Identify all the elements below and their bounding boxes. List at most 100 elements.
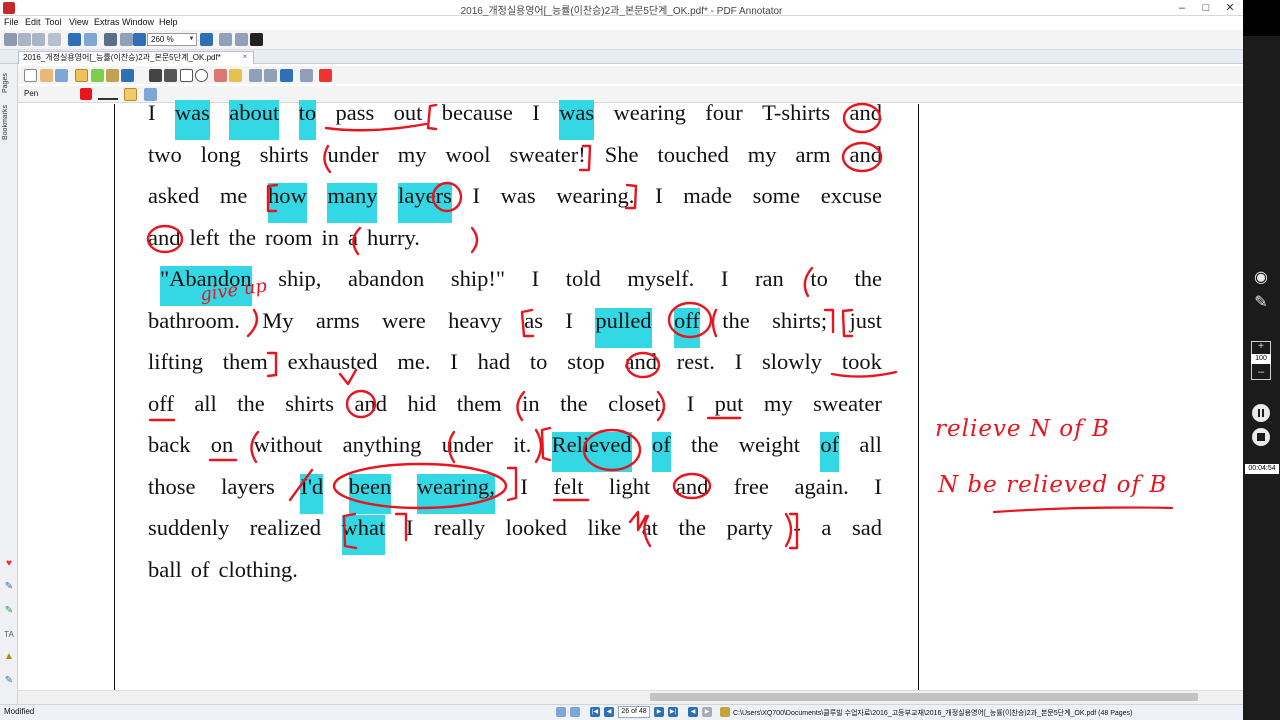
recording-timer: 00:04:54: [1245, 464, 1279, 474]
page-tools-icon[interactable]: [300, 69, 313, 82]
pen-icon[interactable]: ✎: [2, 580, 16, 594]
folder-icon[interactable]: [720, 707, 730, 717]
ellipse-icon[interactable]: [195, 69, 208, 82]
word: stop: [567, 349, 605, 374]
forward-icon[interactable]: ▶: [702, 707, 712, 717]
magnifier-icon[interactable]: [55, 69, 68, 82]
save-icon[interactable]: [32, 33, 45, 46]
word: my: [397, 142, 427, 167]
find-icon[interactable]: [104, 33, 117, 46]
file-path: C:\Users\XQ700\Documents\클루빌 수업자료\2016_고…: [733, 710, 1133, 717]
arrow-icon[interactable]: [164, 69, 177, 82]
favorites-heart-icon[interactable]: ♥: [2, 557, 16, 571]
highlighter-icon[interactable]: ✎: [2, 604, 16, 618]
chevron-down-icon[interactable]: ▼: [187, 34, 196, 45]
zoom-out-icon[interactable]: [133, 33, 146, 46]
word: and: [675, 474, 709, 499]
word: myself.: [627, 266, 695, 291]
word: on: [210, 432, 234, 457]
page-number-field[interactable]: 26 of 48: [618, 706, 650, 718]
print-icon[interactable]: [48, 33, 61, 46]
word: two: [148, 142, 182, 167]
pause-icon[interactable]: [1252, 404, 1270, 422]
zoom-in-icon[interactable]: [200, 33, 213, 46]
page-view-icon[interactable]: [120, 33, 133, 46]
pen-color-icon[interactable]: [80, 88, 92, 100]
word: heavy: [448, 308, 502, 333]
menu-view[interactable]: View: [69, 17, 88, 27]
zoom-out-button[interactable]: –: [1251, 365, 1271, 379]
menu-file[interactable]: File: [4, 17, 19, 27]
new-icon[interactable]: [4, 33, 17, 46]
word: hurry.: [367, 225, 420, 250]
word: really: [433, 515, 486, 540]
maximize-button[interactable]: □: [1196, 1, 1216, 15]
word: and: [849, 142, 882, 167]
open-icon[interactable]: [18, 33, 31, 46]
highlighted-word: was: [174, 100, 210, 140]
view-mode-icon[interactable]: [556, 707, 566, 717]
pen-width-icon[interactable]: [124, 88, 137, 101]
scroll-thumb[interactable]: [650, 693, 1198, 701]
word: I: [720, 266, 729, 291]
camera-icon[interactable]: ◉: [1250, 267, 1272, 289]
redo-icon[interactable]: [84, 33, 97, 46]
word: again.: [794, 474, 849, 499]
text-icon[interactable]: [106, 69, 119, 82]
insert-icon[interactable]: [264, 69, 277, 82]
word: sad: [851, 515, 882, 540]
menu-extras[interactable]: Extras: [94, 17, 120, 27]
line-icon[interactable]: [149, 69, 162, 82]
back-icon[interactable]: ◀: [688, 707, 698, 717]
pages-tab[interactable]: Pages: [2, 68, 15, 98]
close-icon[interactable]: ×: [240, 52, 250, 62]
next-page-icon[interactable]: ▶: [654, 707, 664, 717]
first-page-icon[interactable]: |◀: [590, 707, 600, 717]
favorites-heart-icon[interactable]: [319, 69, 332, 82]
pen-icon[interactable]: ✎: [1250, 292, 1272, 314]
menu-help[interactable]: Help: [159, 17, 178, 27]
zoom-tool-icon[interactable]: [570, 707, 580, 717]
menu-edit[interactable]: Edit: [25, 17, 41, 27]
word: wearing: [613, 100, 686, 125]
rectangle-icon[interactable]: [180, 69, 193, 82]
menu-window[interactable]: Window: [122, 17, 154, 27]
comment-icon[interactable]: [229, 69, 242, 82]
menu-tool[interactable]: Tool: [45, 17, 62, 27]
highlighter-icon[interactable]: [91, 69, 104, 82]
window-title: 2016_개정실용영어[_능률(이찬승)2과_본문5단계_OK.pdf* - P…: [460, 6, 783, 17]
eraser-icon[interactable]: [214, 69, 227, 82]
tool-icon[interactable]: ✎: [2, 674, 16, 688]
last-page-icon[interactable]: ▶|: [668, 707, 678, 717]
typewriter-icon[interactable]: [121, 69, 134, 82]
select-arrow-icon[interactable]: [24, 69, 37, 82]
text-line: "Abandon ship, abandon ship!" Itold myself. Ir…: [160, 266, 882, 306]
bookmarks-tab[interactable]: Bookmarks: [2, 100, 15, 144]
word: lifting: [148, 349, 203, 374]
image-icon[interactable]: [249, 69, 262, 82]
pen-icon[interactable]: [75, 69, 88, 82]
zoom-in-button[interactable]: +: [1251, 341, 1271, 353]
word: excuse: [820, 183, 882, 208]
word: arm: [795, 142, 831, 167]
document-tab[interactable]: 2016_개정실용영어[_능률(이찬승)2과_본문5단계_OK.pdf*: [18, 51, 254, 64]
undo-icon[interactable]: [68, 33, 81, 46]
text-line: two long shirts under my wool sweater! She touch…: [148, 142, 882, 182]
stamp-icon[interactable]: ▲: [2, 650, 16, 664]
highlighted-word: I'd: [300, 474, 324, 514]
line-style-icon[interactable]: [98, 88, 118, 100]
stamp-icon[interactable]: [280, 69, 293, 82]
close-button[interactable]: ✕: [1220, 1, 1240, 15]
previous-page-icon[interactable]: ◀: [604, 707, 614, 717]
fullscreen-icon[interactable]: [250, 33, 263, 46]
page-edge-right: [918, 104, 919, 690]
text-line: ball of clothing.: [148, 557, 882, 597]
page-edge-left: [114, 104, 115, 690]
fit-width-icon[interactable]: [219, 33, 232, 46]
word: felt: [553, 474, 584, 499]
typewriter-icon[interactable]: TA: [2, 628, 16, 642]
hand-icon[interactable]: [40, 69, 53, 82]
fit-page-icon[interactable]: [235, 33, 248, 46]
minimize-button[interactable]: –: [1172, 1, 1192, 15]
stop-icon[interactable]: [1252, 428, 1270, 446]
